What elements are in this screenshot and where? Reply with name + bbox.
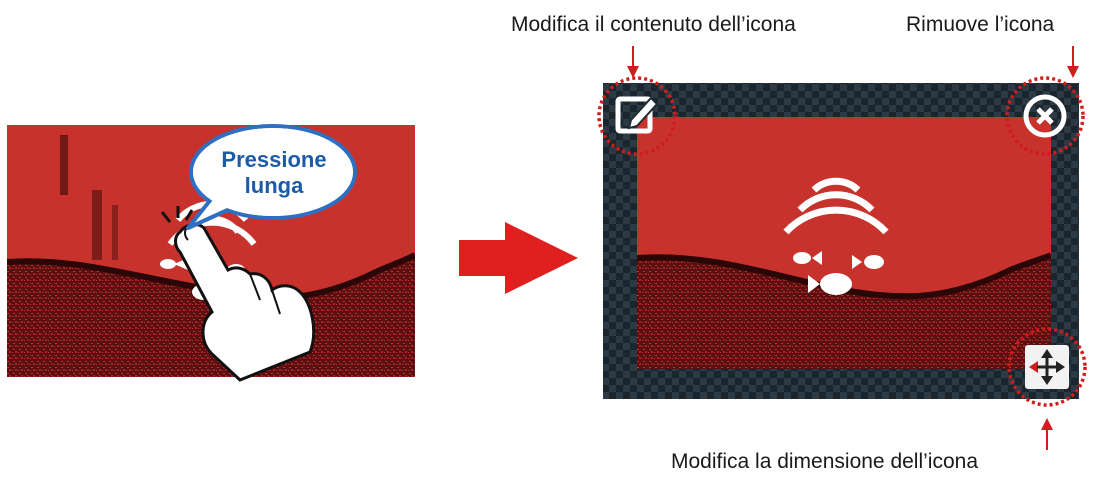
callout-remove: Rimuove l’icona <box>906 13 1055 36</box>
move-arrows-icon <box>1025 345 1069 389</box>
callout-arrow-remove <box>1067 46 1079 78</box>
right-arrow-icon <box>459 222 578 294</box>
callout-arrow-edit <box>627 46 639 78</box>
left-sonar-panel <box>7 46 1087 450</box>
callout-arrow-resize <box>1041 418 1053 450</box>
callout-resize: Modifica la dimensione dell’icona <box>671 450 979 473</box>
callout-edit: Modifica il contenuto dell’icona <box>511 13 796 36</box>
long-press-label: Pressione lunga <box>221 147 327 198</box>
right-widget-panel <box>603 83 1079 399</box>
